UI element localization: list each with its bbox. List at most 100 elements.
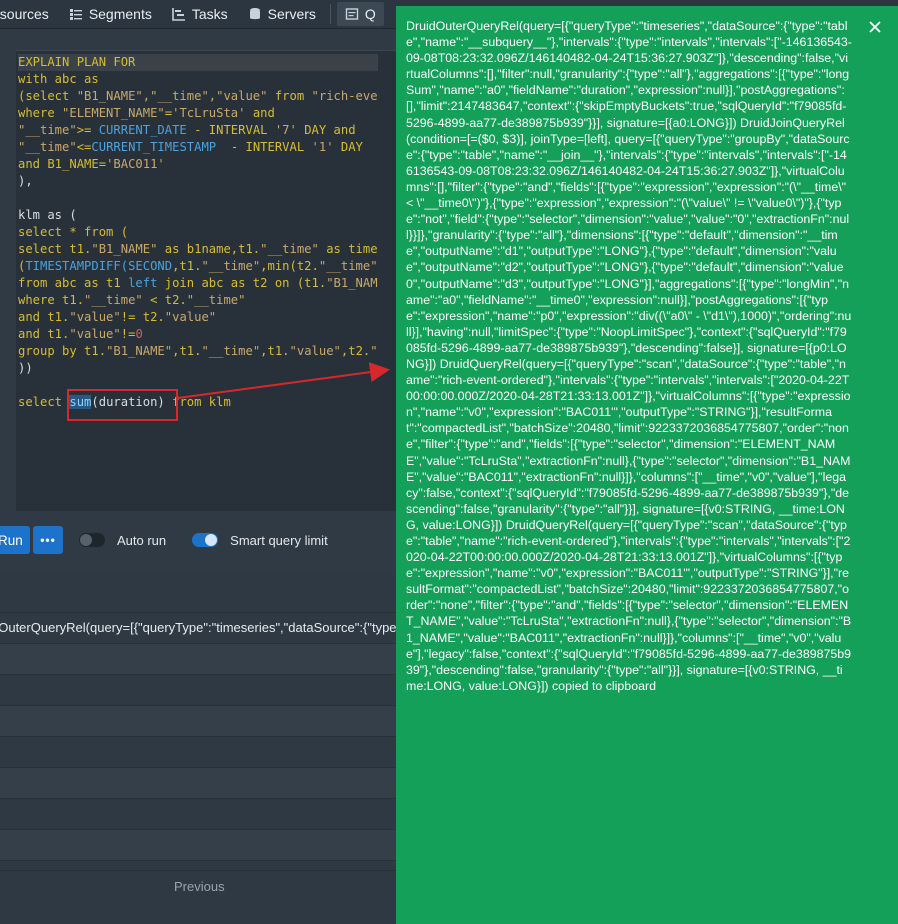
code-token: and B1_NAME= <box>18 157 107 171</box>
code-line: and B1_NAME='BAC011' <box>18 156 378 173</box>
servers-icon <box>249 8 260 20</box>
code-token: (select <box>18 89 77 103</box>
code-token: select t1. <box>18 242 92 256</box>
nav-datasources[interactable]: asources <box>0 0 59 28</box>
code-token: != t2. <box>120 310 165 324</box>
code-token: 0 <box>135 327 143 341</box>
sql-code[interactable]: EXPLAIN PLAN FOR with abc as (select "B1_N… <box>18 54 378 411</box>
smart-query-limit-toggle[interactable]: Smart query limit <box>192 533 328 548</box>
table-row[interactable]: dOuterQueryRel(query=[{"queryType":"time… <box>0 613 398 644</box>
code-line: "__time">= CURRENT_DATE - INTERVAL '7' D… <box>18 122 378 139</box>
code-token: "value" <box>289 344 341 358</box>
code-token: - INTERVAL <box>216 140 312 154</box>
smart-query-limit-switch[interactable] <box>192 533 219 547</box>
code-line: (select "B1_NAME","__time","value" from … <box>18 88 378 105</box>
nav-segments-label: Segments <box>88 6 152 22</box>
code-token: < t2. <box>142 293 187 307</box>
code-token: CURRENT_DATE <box>98 123 187 137</box>
segments-icon <box>69 9 82 20</box>
code-token: "B1_NAME" <box>106 344 173 358</box>
annotation-highlight-box <box>67 389 178 421</box>
copied-toast: DruidOuterQueryRel(query=[{"queryType":"… <box>396 6 898 924</box>
run-bar: Run ••• Auto run Smart query limit <box>0 525 328 555</box>
code-token: '1' <box>311 140 334 154</box>
tasks-icon <box>172 8 185 21</box>
code-token: "value" <box>164 310 217 324</box>
code-token: TIMESTAMPDIFF(SECOND <box>25 259 173 273</box>
nav-query[interactable]: Q <box>336 2 384 26</box>
nav-segments[interactable]: Segments <box>59 0 162 28</box>
run-button[interactable]: Run <box>0 526 30 554</box>
code-token: ,min(t2. <box>260 259 319 273</box>
code-token: "__time" <box>186 293 246 307</box>
code-token: "value" <box>69 327 121 341</box>
code-token: "ELEMENT_NAME" <box>62 106 165 120</box>
nav-servers[interactable]: Servers <box>238 0 326 28</box>
close-icon[interactable] <box>866 18 884 36</box>
nav-servers-label: Servers <box>267 6 316 22</box>
table-row-empty <box>0 706 398 737</box>
code-token: "__time" <box>260 242 319 256</box>
code-token: ), <box>18 174 33 188</box>
code-token: "__time" <box>318 259 378 273</box>
code-token: - INTERVAL <box>186 123 275 137</box>
code-token: "B1_NAM <box>326 276 378 290</box>
code-token: and t1. <box>18 327 70 341</box>
code-token: "B1_NAME" <box>91 242 158 256</box>
sql-editor[interactable]: EXPLAIN PLAN FOR with abc as (select "B1_N… <box>16 50 396 511</box>
code-token: left <box>128 276 158 290</box>
toast-message: DruidOuterQueryRel(query=[{"queryType":"… <box>406 19 852 693</box>
nav-tasks[interactable]: Tasks <box>162 0 238 28</box>
table-row-empty <box>0 799 398 830</box>
code-token: )) <box>18 361 33 375</box>
code-token: select * from ( <box>18 225 129 239</box>
code-token: "__time" <box>201 344 261 358</box>
code-token: as time <box>318 242 378 256</box>
more-icon: ••• <box>40 533 56 547</box>
nav-datasources-label: asources <box>0 6 49 22</box>
results-header[interactable]: l <box>0 572 398 613</box>
table-row-empty <box>0 830 398 861</box>
code-token: " <box>370 344 378 358</box>
code-token: select <box>18 395 70 409</box>
table-row-empty <box>0 644 398 675</box>
code-token: >= <box>76 123 99 137</box>
code-token: EXPLAIN PLAN FOR <box>18 55 136 69</box>
nav-tasks-label: Tasks <box>191 6 228 22</box>
code-line: select t1."B1_NAME" as b1name,t1."__time… <box>18 241 378 258</box>
code-token: join abc as t2 on (t1. <box>157 276 327 290</box>
code-token: != <box>120 327 136 341</box>
query-icon <box>345 8 359 20</box>
code-line: and t1."value"!=0 <box>18 326 378 343</box>
results-table: l dOuterQueryRel(query=[{"queryType":"ti… <box>0 572 398 924</box>
code-token: from abc as t1 <box>18 276 129 290</box>
code-token: '7' <box>274 123 297 137</box>
nav-divider <box>329 4 331 24</box>
code-line: klm as ( <box>18 207 378 224</box>
code-token: with abc as <box>18 72 99 86</box>
table-row-empty <box>0 675 398 706</box>
code-token: "value" <box>69 310 121 324</box>
code-line: select * from ( <box>18 224 378 241</box>
code-token: "B1_NAME","__time","value" <box>76 89 268 103</box>
code-line: from abc as t1 left join abc as t2 on (t… <box>18 275 378 292</box>
code-token: "__time" <box>84 293 143 307</box>
code-line: where "ELEMENT_NAME"='TcLruSta' and <box>18 105 378 122</box>
run-button-label: Run <box>0 532 23 548</box>
pagination: Previous <box>0 870 398 901</box>
code-line: )) <box>18 360 378 377</box>
table-row-empty <box>0 768 398 799</box>
auto-run-switch[interactable] <box>79 533 105 547</box>
auto-run-toggle[interactable]: Auto run <box>79 533 166 548</box>
more-options-button[interactable]: ••• <box>33 526 63 554</box>
code-token: and <box>245 106 275 120</box>
code-token: 'BAC011' <box>106 157 165 171</box>
previous-page-button[interactable]: Previous <box>174 879 225 894</box>
code-line: and t1."value"!= t2."value" <box>18 309 378 326</box>
code-token: as b1name,t1. <box>157 242 261 256</box>
code-token: and t1. <box>18 310 70 324</box>
smart-query-limit-knob <box>205 534 218 546</box>
smart-query-limit-label: Smart query limit <box>230 532 328 548</box>
auto-run-label: Auto run <box>117 532 167 548</box>
